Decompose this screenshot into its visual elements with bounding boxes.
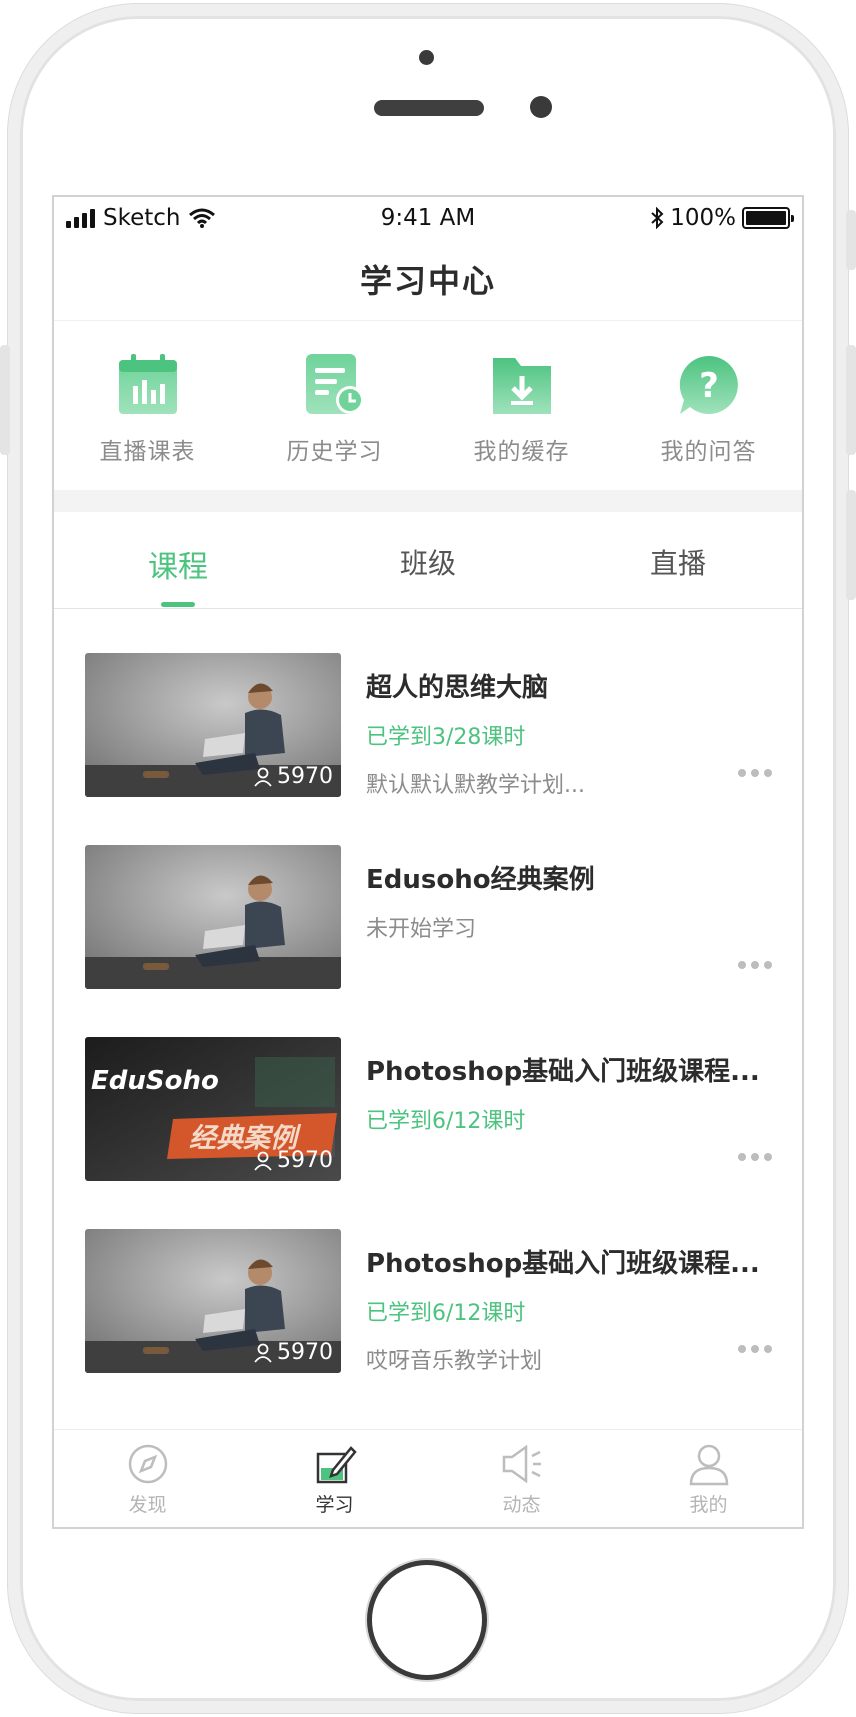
course-item[interactable]: EduSoho 经典案例 5970 Photoshop基础入门班级课程... 已…	[54, 993, 802, 1185]
tabbar-label: 学习	[315, 1494, 354, 1516]
page-title: 学习中心	[359, 261, 496, 300]
active-tab-indicator	[161, 602, 195, 607]
course-item[interactable]: Edusoho经典案例 未开始学习	[54, 801, 802, 993]
bottom-tab-bar: 发现 学习 动态 我的	[54, 1429, 802, 1527]
nav-bar: 学习中心	[54, 237, 802, 321]
quick-action-label: 我的问答	[660, 439, 757, 465]
tabbar-study[interactable]: 学习	[241, 1430, 428, 1527]
quick-action-label: 我的缓存	[473, 439, 570, 465]
calendar-chart-icon	[118, 354, 177, 414]
course-thumbnail: EduSoho 经典案例 5970	[85, 1037, 341, 1181]
tab-live[interactable]: 直播	[650, 542, 706, 582]
student-count: 5970	[277, 1340, 333, 1365]
tabbar-label: 我的	[689, 1494, 728, 1516]
tab-classes[interactable]: 班级	[400, 542, 456, 582]
course-plan: 默认默认默教学计划...	[366, 773, 585, 798]
course-title: 超人的思维大脑	[366, 673, 549, 703]
more-options-icon[interactable]	[738, 961, 772, 969]
tabbar-feed[interactable]: 动态	[428, 1430, 615, 1527]
user-icon	[254, 1151, 272, 1171]
course-item[interactable]: 5970 Photoshop基础入门班级课程... 已学到6/12课时 哎呀音乐…	[54, 1185, 802, 1377]
status-bar: Sketch 9:41 AM 100%	[54, 197, 802, 237]
user-icon	[254, 1343, 272, 1363]
history-doc-icon	[305, 354, 364, 414]
quick-actions: 直播课表 历史学习 我的缓存 ? 我的问答	[54, 322, 802, 490]
banner-brand: EduSoho	[91, 1066, 219, 1096]
study-edit-icon	[316, 1446, 357, 1484]
student-count-badge: 5970	[253, 764, 333, 789]
tabbar-label: 发现	[128, 1494, 167, 1516]
tab-bar-top: 课程 班级 直播	[54, 512, 802, 609]
tab-courses[interactable]: 课程	[148, 542, 208, 586]
student-count-badge: 5970	[253, 1340, 333, 1365]
earpiece-speaker	[374, 100, 484, 116]
course-progress: 已学到6/12课时	[366, 1301, 526, 1326]
course-title: Edusoho经典案例	[366, 865, 595, 895]
quick-action-cache[interactable]: 我的缓存	[428, 322, 615, 490]
proximity-sensor	[530, 96, 552, 118]
home-button[interactable]	[367, 1560, 487, 1680]
bluetooth-icon	[651, 207, 664, 229]
mute-switch	[0, 345, 10, 455]
student-count: 5970	[277, 764, 333, 789]
battery-percent: 100%	[670, 205, 736, 231]
volume-up-button	[846, 345, 856, 455]
course-progress: 未开始学习	[366, 917, 477, 942]
power-button	[846, 210, 856, 270]
quick-action-live-schedule[interactable]: 直播课表	[54, 322, 241, 490]
course-item[interactable]: 5970 超人的思维大脑 已学到3/28课时 默认默认默教学计划...	[54, 609, 802, 801]
quick-action-history[interactable]: 历史学习	[241, 322, 428, 490]
course-thumbnail: 5970	[85, 1229, 341, 1373]
more-options-icon[interactable]	[738, 769, 772, 777]
svg-text:?: ?	[699, 366, 719, 406]
student-count-badge: 5970	[253, 1148, 333, 1173]
question-bubble-icon: ?	[679, 355, 738, 414]
front-camera	[419, 50, 434, 65]
course-progress: 已学到6/12课时	[366, 1109, 526, 1134]
user-icon	[254, 767, 272, 787]
section-divider	[54, 490, 802, 512]
course-thumbnail	[85, 845, 341, 989]
app-screen: Sketch 9:41 AM 100% 学习中心 直播课表 历史学习 我的缓存 …	[52, 195, 804, 1529]
course-thumbnail: 5970	[85, 653, 341, 797]
course-plan: 哎呀音乐教学计划	[366, 1349, 543, 1374]
quick-action-label: 直播课表	[99, 439, 196, 465]
more-options-icon[interactable]	[738, 1153, 772, 1161]
tabbar-label: 动态	[502, 1494, 541, 1516]
more-options-icon[interactable]	[738, 1345, 772, 1353]
tabbar-discover[interactable]: 发现	[54, 1430, 241, 1527]
quick-action-label: 历史学习	[286, 439, 383, 465]
battery-icon	[742, 207, 794, 229]
course-title: Photoshop基础入门班级课程...	[366, 1249, 760, 1279]
speaker-icon	[502, 1444, 541, 1484]
course-progress: 已学到3/28课时	[366, 725, 526, 750]
quick-action-qa[interactable]: ? 我的问答	[615, 322, 802, 490]
compass-icon	[128, 1444, 167, 1484]
course-title: Photoshop基础入门班级课程...	[366, 1057, 760, 1087]
student-count: 5970	[277, 1148, 333, 1173]
download-folder-icon	[492, 358, 551, 414]
user-icon	[689, 1444, 728, 1486]
tabbar-me[interactable]: 我的	[615, 1430, 802, 1527]
volume-down-button	[846, 490, 856, 600]
